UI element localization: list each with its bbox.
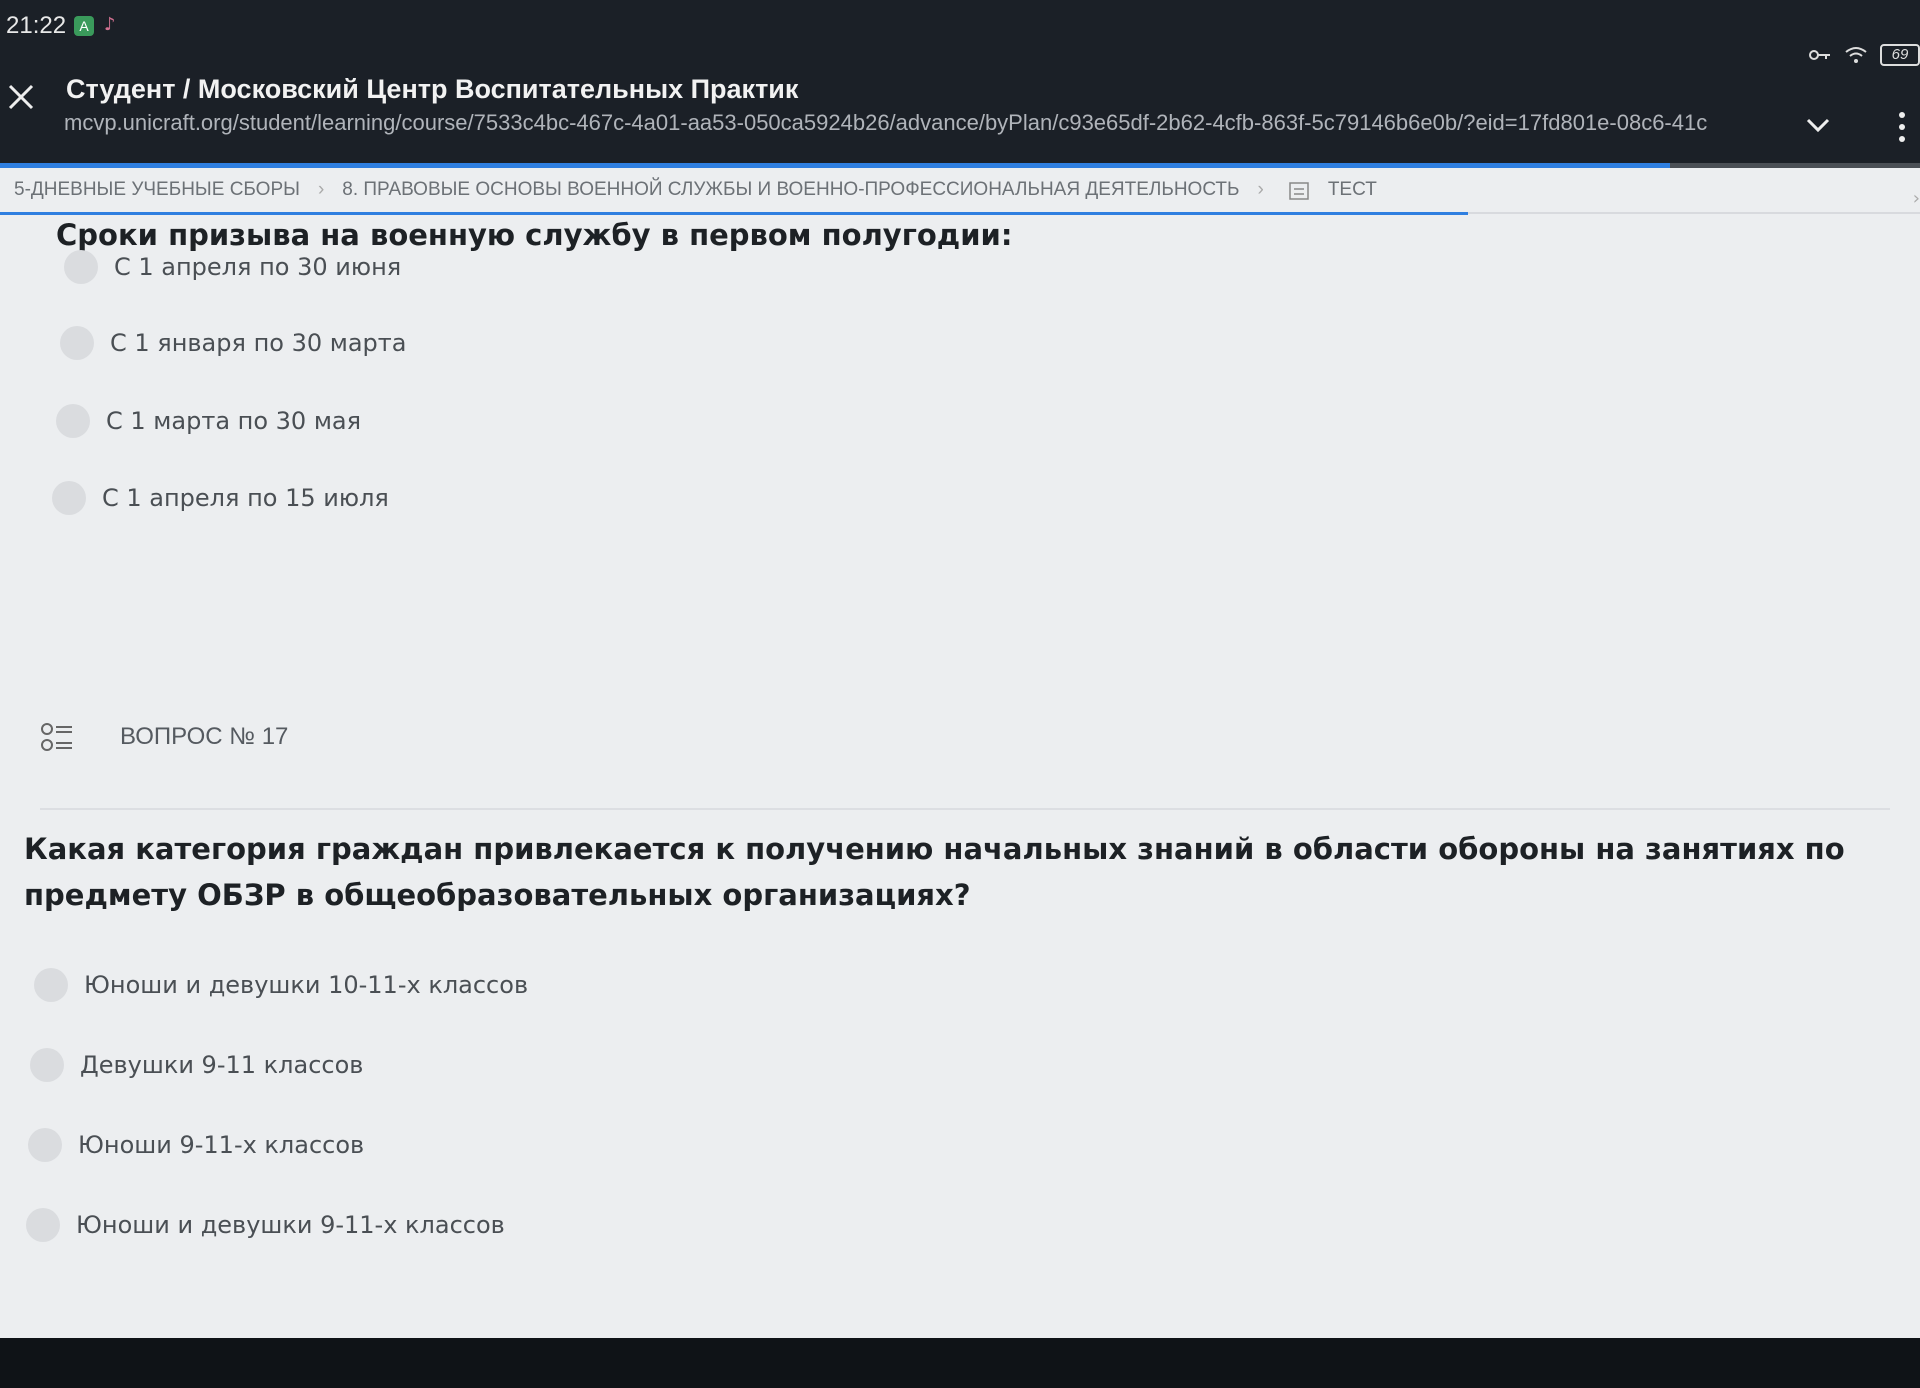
test-icon (1289, 182, 1309, 200)
answer-option[interactable]: С 1 апреля по 15 июля (52, 481, 389, 515)
question-list-icon (41, 723, 72, 751)
breadcrumb: 5-ДНЕВНЫЕ УЧЕБНЫЕ СБОРЫ › 8. ПРАВОВЫЕ ОС… (0, 168, 1920, 214)
answer-option[interactable]: С 1 апреля по 30 июня (64, 250, 401, 284)
breadcrumb-item-module[interactable]: 8. ПРАВОВЫЕ ОСНОВЫ ВОЕННОЙ СЛУЖБЫ И ВОЕН… (342, 179, 1239, 201)
radio-button[interactable] (34, 968, 68, 1002)
radio-button[interactable] (64, 250, 98, 284)
wifi-icon (1845, 47, 1867, 63)
answer-label: С 1 марта по 30 мая (106, 407, 362, 435)
answer-option[interactable]: С 1 января по 30 марта (60, 326, 406, 360)
question-text: Какая категория граждан привлекается к п… (24, 832, 1845, 912)
radio-button[interactable] (28, 1128, 62, 1162)
vpn-key-icon (1809, 50, 1830, 60)
divider (40, 808, 1890, 810)
status-icons: 69 (1808, 40, 1920, 70)
answer-label: С 1 апреля по 15 июля (102, 484, 389, 512)
page-content: 5-ДНЕВНЫЕ УЧЕБНЫЕ СБОРЫ › 8. ПРАВОВЫЕ ОС… (0, 168, 1920, 1338)
collapse-icon[interactable]: › (1913, 188, 1920, 209)
answer-label: Юноши и девушки 10-11-х классов (84, 971, 529, 999)
status-bar: 21:22 A ♪ (0, 0, 1920, 50)
answer-label: Юноши 9-11-х классов (78, 1131, 365, 1159)
bottom-bezel (0, 1338, 1920, 1388)
radio-button[interactable] (52, 481, 86, 515)
radio-button[interactable] (26, 1208, 60, 1242)
answer-label: С 1 апреля по 30 июня (114, 253, 402, 281)
breadcrumb-separator-icon: › (1257, 179, 1264, 200)
radio-button[interactable] (56, 404, 90, 438)
answer-option[interactable]: С 1 марта по 30 мая (56, 404, 361, 438)
status-time: 21:22 (6, 12, 67, 39)
chevron-down-icon[interactable] (1802, 110, 1834, 142)
answer-label: С 1 января по 30 марта (110, 329, 407, 357)
answer-option[interactable]: Девушки 9-11 классов (30, 1048, 363, 1082)
close-tab-icon[interactable] (6, 82, 36, 112)
answer-label: Девушки 9-11 классов (80, 1051, 364, 1079)
answer-option[interactable]: Юноши 9-11-х классов (28, 1128, 364, 1162)
breadcrumb-item-course[interactable]: 5-ДНЕВНЫЕ УЧЕБНЫЕ СБОРЫ (14, 179, 300, 201)
radio-button[interactable] (30, 1048, 64, 1082)
music-notification-icon: ♪ (104, 14, 116, 35)
question-header: ВОПРОС № 17 (40, 720, 288, 754)
more-menu-icon[interactable] (1894, 110, 1910, 144)
breadcrumb-separator-icon: › (317, 179, 325, 200)
answer-label: Юноши и девушки 9-11-х классов (76, 1211, 505, 1239)
question-number: ВОПРОС № 17 (120, 723, 289, 750)
answer-option[interactable]: Юноши и девушки 9-11-х классов (26, 1208, 505, 1242)
breadcrumb-item-test[interactable]: ТЕСТ (1328, 179, 1377, 201)
app-notification-icon: A (74, 16, 94, 36)
answer-option[interactable]: Юноши и девушки 10-11-х классов (34, 968, 528, 1002)
page-title: Студент / Московский Центр Воспитательны… (66, 74, 799, 104)
breadcrumb-underline (0, 212, 1468, 215)
question-text-prev: Сроки призыва на военную службу в первом… (56, 218, 1013, 252)
url-text[interactable]: mcvp.unicraft.org/student/learning/cours… (64, 110, 1764, 136)
browser-toolbar (0, 50, 1920, 168)
battery-icon: 69 (1880, 44, 1920, 66)
radio-button[interactable] (60, 326, 94, 360)
